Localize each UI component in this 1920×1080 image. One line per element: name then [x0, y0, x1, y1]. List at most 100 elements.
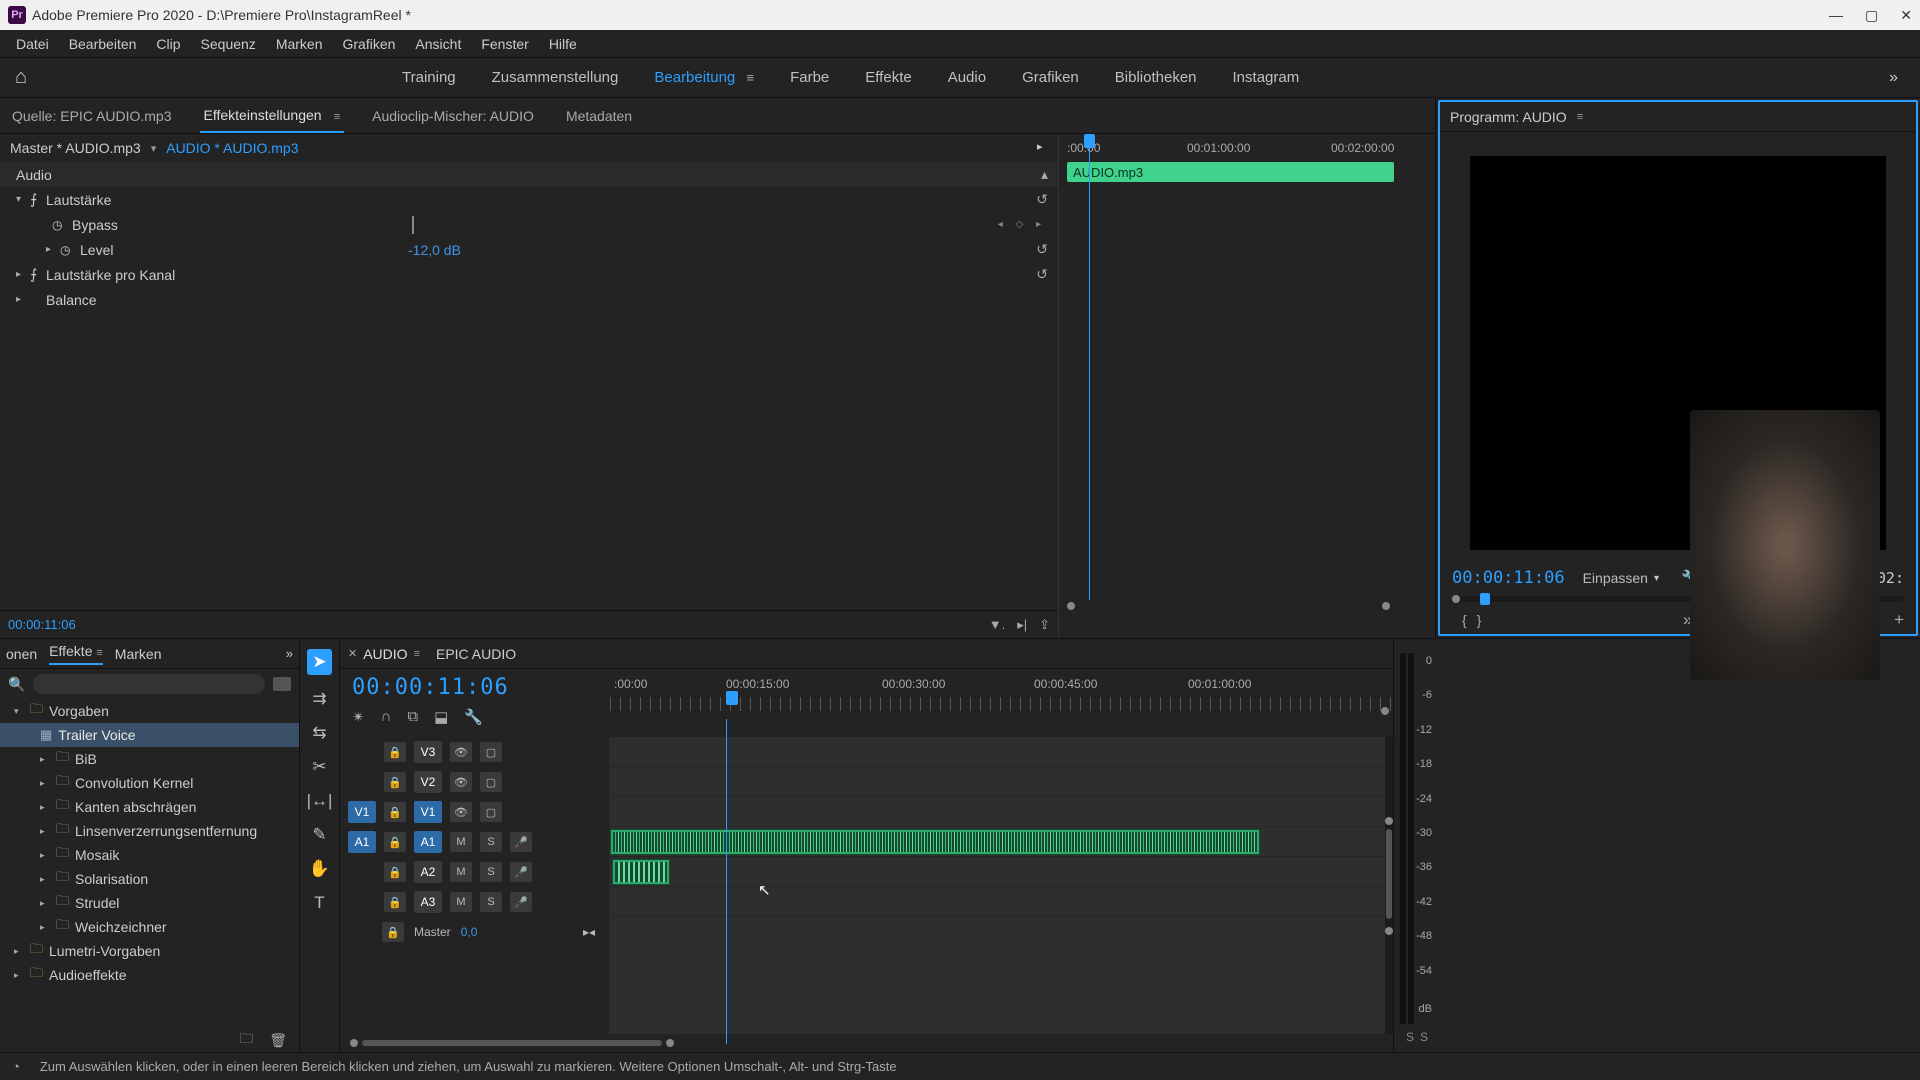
reset-icon[interactable]: ↺: [1036, 241, 1048, 258]
zoom-knob-left[interactable]: [350, 1039, 358, 1047]
lock-icon[interactable]: 🔒: [384, 862, 406, 882]
eye-icon[interactable]: 👁: [450, 742, 472, 762]
scroll-knob[interactable]: [1385, 927, 1393, 935]
sequence-tab-epic[interactable]: EPIC AUDIO: [436, 646, 516, 662]
lumetri-folder[interactable]: ▸🗀Lumetri-Vorgaben: [0, 939, 299, 963]
slip-tool-icon[interactable]: |↔|: [307, 791, 333, 811]
track-source-v1[interactable]: V1: [348, 801, 376, 823]
badge-icon[interactable]: [273, 677, 291, 691]
lock-icon[interactable]: 🔒: [384, 892, 406, 912]
mark-in-icon[interactable]: {: [1462, 612, 1467, 628]
scroll-knob[interactable]: [1385, 817, 1393, 825]
preset-folder-item[interactable]: ▸🗀BiB: [0, 747, 299, 771]
reset-icon[interactable]: ↺: [1036, 266, 1048, 283]
zoom-knob-left[interactable]: [1067, 602, 1075, 610]
playhead-handle[interactable]: [726, 691, 738, 705]
menu-fenster[interactable]: Fenster: [471, 32, 538, 56]
scroll-knob[interactable]: [1381, 707, 1389, 715]
workspace-zusammenstellung[interactable]: Zusammenstellung: [474, 61, 637, 94]
hand-tool-icon[interactable]: ✋: [309, 859, 330, 879]
master-value[interactable]: 0,0: [461, 925, 478, 939]
bypass-checkbox[interactable]: [412, 216, 414, 234]
timeline-playhead[interactable]: [726, 719, 727, 1044]
preset-folder-item[interactable]: ▸🗀Kanten abschrägen: [0, 795, 299, 819]
workspace-grafiken[interactable]: Grafiken: [1004, 61, 1097, 94]
mic-icon[interactable]: 🎤: [510, 892, 532, 912]
scroll-thumb[interactable]: [1386, 829, 1392, 919]
maximize-button[interactable]: ▢: [1865, 7, 1878, 24]
stopwatch-icon[interactable]: ◷: [52, 218, 68, 232]
preset-folder-item[interactable]: ▸🗀Weichzeichner: [0, 915, 299, 939]
sequence-tab-audio[interactable]: ✕AUDIO≡: [348, 646, 420, 662]
lock-icon[interactable]: 🔒: [384, 742, 406, 762]
zoom-knob-right[interactable]: [666, 1039, 674, 1047]
audiofx-folder[interactable]: ▸🗀Audioeffekte: [0, 963, 299, 987]
mute-button[interactable]: M: [450, 892, 472, 912]
workspace-bibliotheken[interactable]: Bibliotheken: [1097, 61, 1215, 94]
reset-icon[interactable]: ↺: [1036, 191, 1048, 208]
stopwatch-icon[interactable]: ◷: [60, 243, 76, 257]
preset-folder[interactable]: ▾🗀Vorgaben: [0, 699, 299, 723]
track-select-tool-icon[interactable]: ⇉: [312, 689, 326, 709]
twist-down-icon[interactable]: ▾: [16, 194, 30, 205]
zoom-select[interactable]: Einpassen: [1583, 570, 1648, 586]
home-icon[interactable]: ⌂: [8, 66, 34, 89]
workspace-menu-icon[interactable]: ≡: [739, 70, 754, 85]
twist-right-icon[interactable]: ▸: [16, 294, 30, 305]
marker-icon[interactable]: ⬓: [434, 708, 448, 726]
fx-toggle-icon[interactable]: ⨍: [30, 266, 46, 283]
zoom-knob-left[interactable]: [1452, 595, 1460, 603]
timeline-tracks[interactable]: ↖: [610, 737, 1393, 1034]
twist-right-icon[interactable]: ▸: [46, 244, 60, 255]
mute-button[interactable]: M: [450, 862, 472, 882]
vertical-scrollbar[interactable]: [1385, 737, 1393, 1034]
ec-playhead[interactable]: [1089, 142, 1090, 600]
menu-bearbeiten[interactable]: Bearbeiten: [59, 32, 147, 56]
solo-button[interactable]: S: [480, 832, 502, 852]
zoom-scrollbar[interactable]: [362, 1040, 662, 1046]
output-icon[interactable]: ▢: [480, 742, 502, 762]
snap-icon[interactable]: ✴: [352, 708, 365, 726]
collapse-up-icon[interactable]: ▴: [1041, 166, 1048, 183]
search-input[interactable]: [33, 674, 265, 694]
audio-clip-a2[interactable]: [612, 859, 670, 885]
solo-button[interactable]: S: [480, 892, 502, 912]
level-value[interactable]: -12,0 dB: [408, 242, 528, 258]
output-icon[interactable]: ▢: [480, 772, 502, 792]
lock-icon[interactable]: 🔒: [382, 922, 404, 942]
chevron-down-icon[interactable]: ▾: [151, 142, 157, 155]
eye-icon[interactable]: 👁: [450, 802, 472, 822]
tab-onen[interactable]: onen: [6, 646, 37, 662]
tab-effekte[interactable]: Effekte ≡: [49, 643, 103, 665]
ec-clip-bar[interactable]: AUDIO.mp3: [1067, 162, 1394, 182]
program-view[interactable]: [1470, 156, 1886, 550]
preset-folder-item[interactable]: ▸🗀Solarisation: [0, 867, 299, 891]
search-icon[interactable]: 🔍: [8, 676, 25, 693]
track-source-a1[interactable]: A1: [348, 831, 376, 853]
output-icon[interactable]: ▢: [480, 802, 502, 822]
track-target-a1[interactable]: A1: [414, 831, 442, 853]
track-target-v3[interactable]: V3: [414, 741, 442, 763]
solo-l-icon[interactable]: S: [1406, 1030, 1414, 1044]
delete-icon[interactable]: 🗑: [269, 1032, 287, 1049]
ripple-tool-icon[interactable]: ⇆: [312, 723, 326, 743]
zoom-knob-right[interactable]: [1382, 602, 1390, 610]
mic-icon[interactable]: 🎤: [510, 832, 532, 852]
workspace-instagram[interactable]: Instagram: [1215, 61, 1318, 94]
twist-right-icon[interactable]: ▸: [16, 269, 30, 280]
menu-datei[interactable]: Datei: [6, 32, 59, 56]
timeline-timecode[interactable]: 00:00:11:06: [352, 675, 598, 700]
time-ruler[interactable]: :00:00 00:00:15:00 00:00:30:00 00:00:45:…: [610, 669, 1393, 737]
workspace-effekte[interactable]: Effekte: [847, 61, 929, 94]
preset-folder-item[interactable]: ▸🗀Linsenverzerrungsentfernung: [0, 819, 299, 843]
razor-tool-icon[interactable]: ✂: [312, 757, 326, 777]
panel-menu-icon[interactable]: ≡: [414, 648, 420, 660]
type-tool-icon[interactable]: T: [314, 893, 324, 913]
wrench-icon[interactable]: 🔧: [464, 708, 483, 726]
preset-folder-item[interactable]: ▸🗀Strudel: [0, 891, 299, 915]
play-only-icon[interactable]: ▸|: [1017, 617, 1027, 633]
menu-ansicht[interactable]: Ansicht: [405, 32, 471, 56]
add-button-icon[interactable]: +: [1894, 610, 1904, 630]
program-timecode[interactable]: 00:00:11:06: [1452, 568, 1565, 588]
workspace-audio[interactable]: Audio: [930, 61, 1004, 94]
